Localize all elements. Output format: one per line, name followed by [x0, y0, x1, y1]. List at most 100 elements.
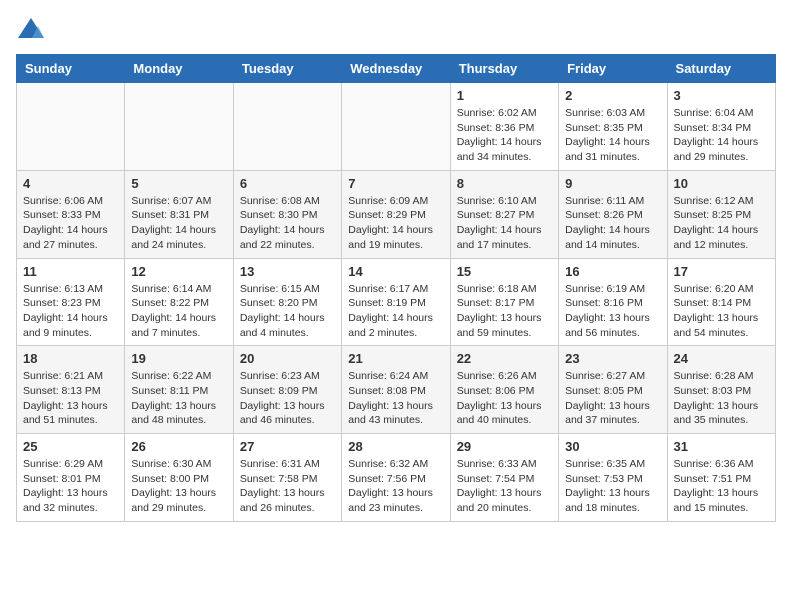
day-info: Sunrise: 6:27 AM Sunset: 8:05 PM Dayligh… — [565, 369, 660, 428]
calendar-cell: 31Sunrise: 6:36 AM Sunset: 7:51 PM Dayli… — [667, 434, 775, 522]
day-info: Sunrise: 6:03 AM Sunset: 8:35 PM Dayligh… — [565, 106, 660, 165]
logo — [16, 16, 50, 44]
day-info: Sunrise: 6:28 AM Sunset: 8:03 PM Dayligh… — [674, 369, 769, 428]
day-info: Sunrise: 6:29 AM Sunset: 8:01 PM Dayligh… — [23, 457, 118, 516]
day-info: Sunrise: 6:19 AM Sunset: 8:16 PM Dayligh… — [565, 282, 660, 341]
day-number: 7 — [348, 176, 443, 191]
day-number: 24 — [674, 351, 769, 366]
weekday-header-friday: Friday — [559, 55, 667, 83]
day-info: Sunrise: 6:22 AM Sunset: 8:11 PM Dayligh… — [131, 369, 226, 428]
calendar-week-3: 11 Sunrise: 6:13 AM Sunset: 8:23 PM Dayli… — [17, 258, 776, 346]
calendar-cell — [125, 83, 233, 171]
day-info: Sunrise: 6:04 AM Sunset: 8:34 PM Dayligh… — [674, 106, 769, 165]
calendar-week-5: 25 Sunrise: 6:29 AM Sunset: 8:01 PM Dayli… — [17, 434, 776, 522]
calendar-cell: 3 Sunrise: 6:04 AM Sunset: 8:34 PM Daylig… — [667, 83, 775, 171]
day-number: 22 — [457, 351, 552, 366]
day-info: Sunrise: 6:23 AM Sunset: 8:09 PM Dayligh… — [240, 369, 335, 428]
calendar-cell: 5 Sunrise: 6:07 AM Sunset: 8:31 PM Daylig… — [125, 170, 233, 258]
calendar-cell: 22 Sunrise: 6:26 AM Sunset: 8:06 PM Dayli… — [450, 346, 558, 434]
calendar-cell: 15 Sunrise: 6:18 AM Sunset: 8:17 PM Dayli… — [450, 258, 558, 346]
weekday-header-saturday: Saturday — [667, 55, 775, 83]
day-number: 4 — [23, 176, 118, 191]
calendar-cell: 17 Sunrise: 6:20 AM Sunset: 8:14 PM Dayli… — [667, 258, 775, 346]
day-info: Sunrise: 6:08 AM Sunset: 8:30 PM Dayligh… — [240, 194, 335, 253]
day-number: 12 — [131, 264, 226, 279]
calendar-week-4: 18 Sunrise: 6:21 AM Sunset: 8:13 PM Dayli… — [17, 346, 776, 434]
day-number: 19 — [131, 351, 226, 366]
day-number: 3 — [674, 88, 769, 103]
weekday-header-sunday: Sunday — [17, 55, 125, 83]
day-number: 8 — [457, 176, 552, 191]
day-number: 18 — [23, 351, 118, 366]
day-number: 26 — [131, 439, 226, 454]
calendar-cell: 8Sunrise: 6:10 AM Sunset: 8:27 PM Daylig… — [450, 170, 558, 258]
day-number: 28 — [348, 439, 443, 454]
day-info: Sunrise: 6:14 AM Sunset: 8:22 PM Dayligh… — [131, 282, 226, 341]
calendar-cell: 1 Sunrise: 6:02 AM Sunset: 8:36 PM Daylig… — [450, 83, 558, 171]
day-info: Sunrise: 6:11 AM Sunset: 8:26 PM Dayligh… — [565, 194, 660, 253]
day-info: Sunrise: 6:12 AM Sunset: 8:25 PM Dayligh… — [674, 194, 769, 253]
day-info: Sunrise: 6:15 AM Sunset: 8:20 PM Dayligh… — [240, 282, 335, 341]
day-info: Sunrise: 6:06 AM Sunset: 8:33 PM Dayligh… — [23, 194, 118, 253]
day-number: 13 — [240, 264, 335, 279]
calendar-cell — [342, 83, 450, 171]
calendar-cell: 12 Sunrise: 6:14 AM Sunset: 8:22 PM Dayli… — [125, 258, 233, 346]
day-info: Sunrise: 6:18 AM Sunset: 8:17 PM Dayligh… — [457, 282, 552, 341]
day-info: Sunrise: 6:35 AM Sunset: 7:53 PM Dayligh… — [565, 457, 660, 516]
day-number: 10 — [674, 176, 769, 191]
calendar-cell — [17, 83, 125, 171]
day-number: 2 — [565, 88, 660, 103]
day-info: Sunrise: 6:32 AM Sunset: 7:56 PM Dayligh… — [348, 457, 443, 516]
day-number: 16 — [565, 264, 660, 279]
day-number: 5 — [131, 176, 226, 191]
day-number: 11 — [23, 264, 118, 279]
calendar-table: SundayMondayTuesdayWednesdayThursdayFrid… — [16, 54, 776, 522]
calendar-cell: 27Sunrise: 6:31 AM Sunset: 7:58 PM Dayli… — [233, 434, 341, 522]
day-info: Sunrise: 6:02 AM Sunset: 8:36 PM Dayligh… — [457, 106, 552, 165]
day-number: 30 — [565, 439, 660, 454]
calendar-cell: 25 Sunrise: 6:29 AM Sunset: 8:01 PM Dayli… — [17, 434, 125, 522]
day-number: 1 — [457, 88, 552, 103]
day-info: Sunrise: 6:07 AM Sunset: 8:31 PM Dayligh… — [131, 194, 226, 253]
calendar-cell: 14Sunrise: 6:17 AM Sunset: 8:19 PM Dayli… — [342, 258, 450, 346]
calendar-cell: 11 Sunrise: 6:13 AM Sunset: 8:23 PM Dayli… — [17, 258, 125, 346]
day-info: Sunrise: 6:17 AM Sunset: 8:19 PM Dayligh… — [348, 282, 443, 341]
day-info: Sunrise: 6:20 AM Sunset: 8:14 PM Dayligh… — [674, 282, 769, 341]
logo-icon — [16, 16, 46, 44]
day-number: 27 — [240, 439, 335, 454]
day-info: Sunrise: 6:24 AM Sunset: 8:08 PM Dayligh… — [348, 369, 443, 428]
calendar-week-1: 1 Sunrise: 6:02 AM Sunset: 8:36 PM Daylig… — [17, 83, 776, 171]
day-number: 15 — [457, 264, 552, 279]
day-number: 17 — [674, 264, 769, 279]
calendar-week-2: 4 Sunrise: 6:06 AM Sunset: 8:33 PM Daylig… — [17, 170, 776, 258]
calendar-cell: 2 Sunrise: 6:03 AM Sunset: 8:35 PM Daylig… — [559, 83, 667, 171]
calendar-cell: 16 Sunrise: 6:19 AM Sunset: 8:16 PM Dayli… — [559, 258, 667, 346]
calendar-cell: 29Sunrise: 6:33 AM Sunset: 7:54 PM Dayli… — [450, 434, 558, 522]
calendar-cell: 28 Sunrise: 6:32 AM Sunset: 7:56 PM Dayli… — [342, 434, 450, 522]
calendar-cell: 6 Sunrise: 6:08 AM Sunset: 8:30 PM Daylig… — [233, 170, 341, 258]
day-info: Sunrise: 6:30 AM Sunset: 8:00 PM Dayligh… — [131, 457, 226, 516]
weekday-header-row: SundayMondayTuesdayWednesdayThursdayFrid… — [17, 55, 776, 83]
day-number: 6 — [240, 176, 335, 191]
day-number: 25 — [23, 439, 118, 454]
day-info: Sunrise: 6:26 AM Sunset: 8:06 PM Dayligh… — [457, 369, 552, 428]
weekday-header-tuesday: Tuesday — [233, 55, 341, 83]
weekday-header-wednesday: Wednesday — [342, 55, 450, 83]
weekday-header-thursday: Thursday — [450, 55, 558, 83]
calendar-cell: 10 Sunrise: 6:12 AM Sunset: 8:25 PM Dayli… — [667, 170, 775, 258]
day-number: 20 — [240, 351, 335, 366]
calendar-cell: 21 Sunrise: 6:24 AM Sunset: 8:08 PM Dayli… — [342, 346, 450, 434]
weekday-header-monday: Monday — [125, 55, 233, 83]
page-header — [16, 16, 776, 44]
day-number: 21 — [348, 351, 443, 366]
calendar-cell: 4 Sunrise: 6:06 AM Sunset: 8:33 PM Daylig… — [17, 170, 125, 258]
calendar-cell: 24 Sunrise: 6:28 AM Sunset: 8:03 PM Dayli… — [667, 346, 775, 434]
day-number: 29 — [457, 439, 552, 454]
calendar-cell: 30 Sunrise: 6:35 AM Sunset: 7:53 PM Dayli… — [559, 434, 667, 522]
day-info: Sunrise: 6:13 AM Sunset: 8:23 PM Dayligh… — [23, 282, 118, 341]
calendar-cell: 19 Sunrise: 6:22 AM Sunset: 8:11 PM Dayli… — [125, 346, 233, 434]
day-info: Sunrise: 6:09 AM Sunset: 8:29 PM Dayligh… — [348, 194, 443, 253]
calendar-cell — [233, 83, 341, 171]
calendar-cell: 23Sunrise: 6:27 AM Sunset: 8:05 PM Dayli… — [559, 346, 667, 434]
day-info: Sunrise: 6:21 AM Sunset: 8:13 PM Dayligh… — [23, 369, 118, 428]
